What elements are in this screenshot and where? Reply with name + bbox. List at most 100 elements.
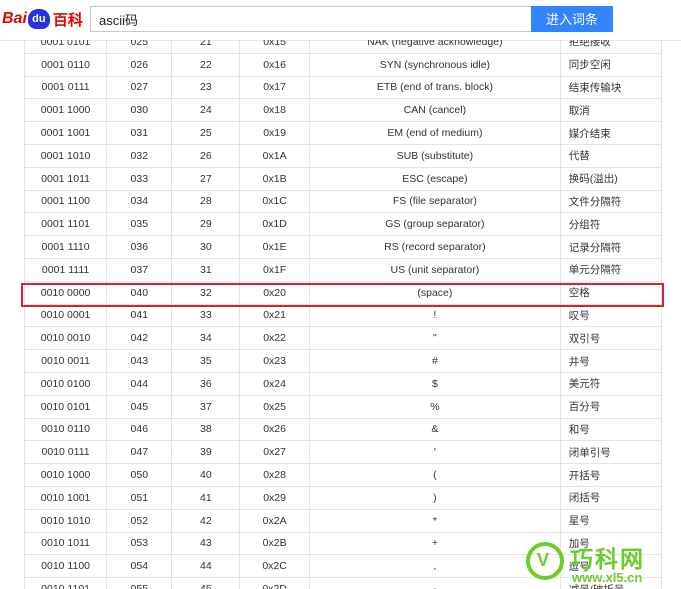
abbreviation-cell: # — [309, 349, 561, 373]
abbreviation-cell: & — [309, 417, 561, 442]
binary-cell: 0001 1010 — [24, 143, 108, 168]
table-row: 0010 0011 043 35 0x23 # 井号 — [24, 349, 662, 373]
hex-cell: 0x22 — [239, 326, 310, 351]
ascii-table-container[interactable]: 0001 0101 025 21 0x15 NAK (negative acknowle… — [24, 40, 662, 589]
baidu-baike-logo[interactable]: Bai du 百科 — [2, 6, 83, 32]
decimal-cell: 27 — [171, 166, 241, 191]
binary-cell: 0001 1110 — [24, 235, 108, 259]
hex-cell: 0x1E — [239, 235, 310, 259]
octal-cell: 044 — [106, 371, 173, 396]
decimal-cell: 21 — [171, 40, 241, 54]
table-row: 0001 1111 037 31 0x1F US (unit separator) 单元分… — [24, 257, 662, 282]
octal-cell: 051 — [106, 485, 173, 510]
table-row: 0001 1000 030 24 0x18 CAN (cancel) 取消 — [24, 98, 662, 123]
octal-cell: 055 — [106, 577, 173, 589]
meaning-cell: 双引号 — [559, 326, 662, 351]
hex-cell: 0x2A — [239, 508, 310, 533]
abbreviation-cell: - — [309, 577, 561, 589]
binary-cell: 0010 0111 — [24, 440, 108, 465]
hex-cell: 0x29 — [239, 485, 310, 510]
ascii-table: 0001 0101 025 21 0x15 NAK (negative acknowle… — [24, 40, 662, 589]
decimal-cell: 22 — [171, 52, 241, 77]
meaning-cell: 分组符 — [559, 212, 662, 237]
hex-cell: 0x24 — [239, 371, 310, 396]
meaning-cell: 星号 — [559, 508, 662, 533]
table-row: 0001 1010 032 26 0x1A SUB (substitute) 代替 — [24, 143, 662, 168]
octal-cell: 026 — [106, 52, 173, 77]
octal-cell: 030 — [106, 98, 173, 123]
search-input[interactable] — [90, 6, 531, 32]
abbreviation-cell: FS (file separator) — [309, 189, 561, 214]
hex-cell: 0x17 — [239, 75, 310, 100]
decimal-cell: 34 — [171, 326, 241, 351]
abbreviation-cell: " — [309, 326, 561, 351]
octal-cell: 050 — [106, 463, 173, 487]
abbreviation-cell: (space) — [309, 280, 561, 305]
table-row: 0001 1110 036 30 0x1E RS (record separator) 记… — [24, 235, 662, 259]
abbreviation-cell: ! — [309, 303, 561, 328]
binary-cell: 0001 0101 — [24, 40, 108, 54]
table-row: 0001 1001 031 25 0x19 EM (end of medium) 媒介结束 — [24, 121, 662, 145]
table-row: 0001 1101 035 29 0x1D GS (group separator) 分组… — [24, 212, 662, 237]
octal-cell: 053 — [106, 531, 173, 556]
hex-cell: 0x2D — [239, 577, 310, 589]
watermark-url: www.xl5.cn — [572, 570, 643, 585]
abbreviation-cell: ( — [309, 463, 561, 487]
octal-cell: 045 — [106, 394, 173, 419]
watermark: V 巧科网 www.xl5.cn — [526, 538, 681, 589]
abbreviation-cell: RS (record separator) — [309, 235, 561, 259]
enter-entry-button[interactable]: 进入词条 — [531, 6, 613, 32]
meaning-cell: 拒绝接收 — [559, 40, 662, 54]
decimal-cell: 42 — [171, 508, 241, 533]
table-row: 0010 0110 046 38 0x26 & 和号 — [24, 417, 662, 442]
abbreviation-cell: , — [309, 554, 561, 579]
abbreviation-cell: EM (end of medium) — [309, 121, 561, 145]
watermark-title: 巧科网 — [570, 546, 645, 572]
hex-cell: 0x2C — [239, 554, 310, 579]
table-row: 0010 0100 044 36 0x24 $ 美元符 — [24, 371, 662, 396]
table-row: 0010 0101 045 37 0x25% 百分号 — [24, 394, 662, 419]
binary-cell: 0010 1101 — [24, 577, 108, 589]
hex-cell: 0x26 — [239, 417, 310, 442]
octal-cell: 036 — [106, 235, 173, 259]
decimal-cell: 33 — [171, 303, 241, 328]
hex-cell: 0x1A — [239, 143, 310, 168]
decimal-cell: 24 — [171, 98, 241, 123]
abbreviation-cell: ETB (end of trans. block) — [309, 75, 561, 100]
abbreviation-cell: % — [309, 394, 561, 419]
binary-cell: 0001 1000 — [24, 98, 108, 123]
meaning-cell: 闭括号 — [559, 485, 662, 510]
hex-cell: 0x21 — [239, 303, 310, 328]
decimal-cell: 35 — [171, 349, 241, 373]
hex-cell: 0x23 — [239, 349, 310, 373]
hex-cell: 0x25 — [239, 394, 310, 419]
binary-cell: 0010 1001 — [24, 485, 108, 510]
abbreviation-cell: ' — [309, 440, 561, 465]
binary-cell: 0010 1010 — [24, 508, 108, 533]
binary-cell: 0010 1011 — [24, 531, 108, 556]
octal-cell: 042 — [106, 326, 173, 351]
binary-cell: 0010 0110 — [24, 417, 108, 442]
octal-cell: 034 — [106, 189, 173, 214]
abbreviation-cell: ) — [309, 485, 561, 510]
binary-cell: 0010 0011 — [24, 349, 108, 373]
hex-cell: 0x18 — [239, 98, 310, 123]
decimal-cell: 26 — [171, 143, 241, 168]
meaning-cell: 井号 — [559, 349, 662, 373]
table-row: 0001 1100 034 28 0x1C FS (file separator) 文件分… — [24, 189, 662, 214]
abbreviation-cell: US (unit separator) — [309, 257, 561, 282]
abbreviation-cell: + — [309, 531, 561, 556]
binary-cell: 0001 1011 — [24, 166, 108, 191]
table-row: 0010 1010 052 42 0x2A * 星号 — [24, 508, 662, 533]
binary-cell: 0010 0101 — [24, 394, 108, 419]
octal-cell: 025 — [106, 40, 173, 54]
octal-cell: 037 — [106, 257, 173, 282]
hex-cell: 0x1C — [239, 189, 310, 214]
meaning-cell: 空格 — [559, 280, 662, 305]
hex-cell: 0x15 — [239, 40, 310, 54]
decimal-cell: 45 — [171, 577, 241, 589]
table-row: 0010 0000 040 32 0x20 (space) 空格 — [24, 280, 662, 305]
abbreviation-cell: GS (group separator) — [309, 212, 561, 237]
table-row: 0010 0001 041 33 0x21! 叹号 — [24, 303, 662, 328]
octal-cell: 035 — [106, 212, 173, 237]
